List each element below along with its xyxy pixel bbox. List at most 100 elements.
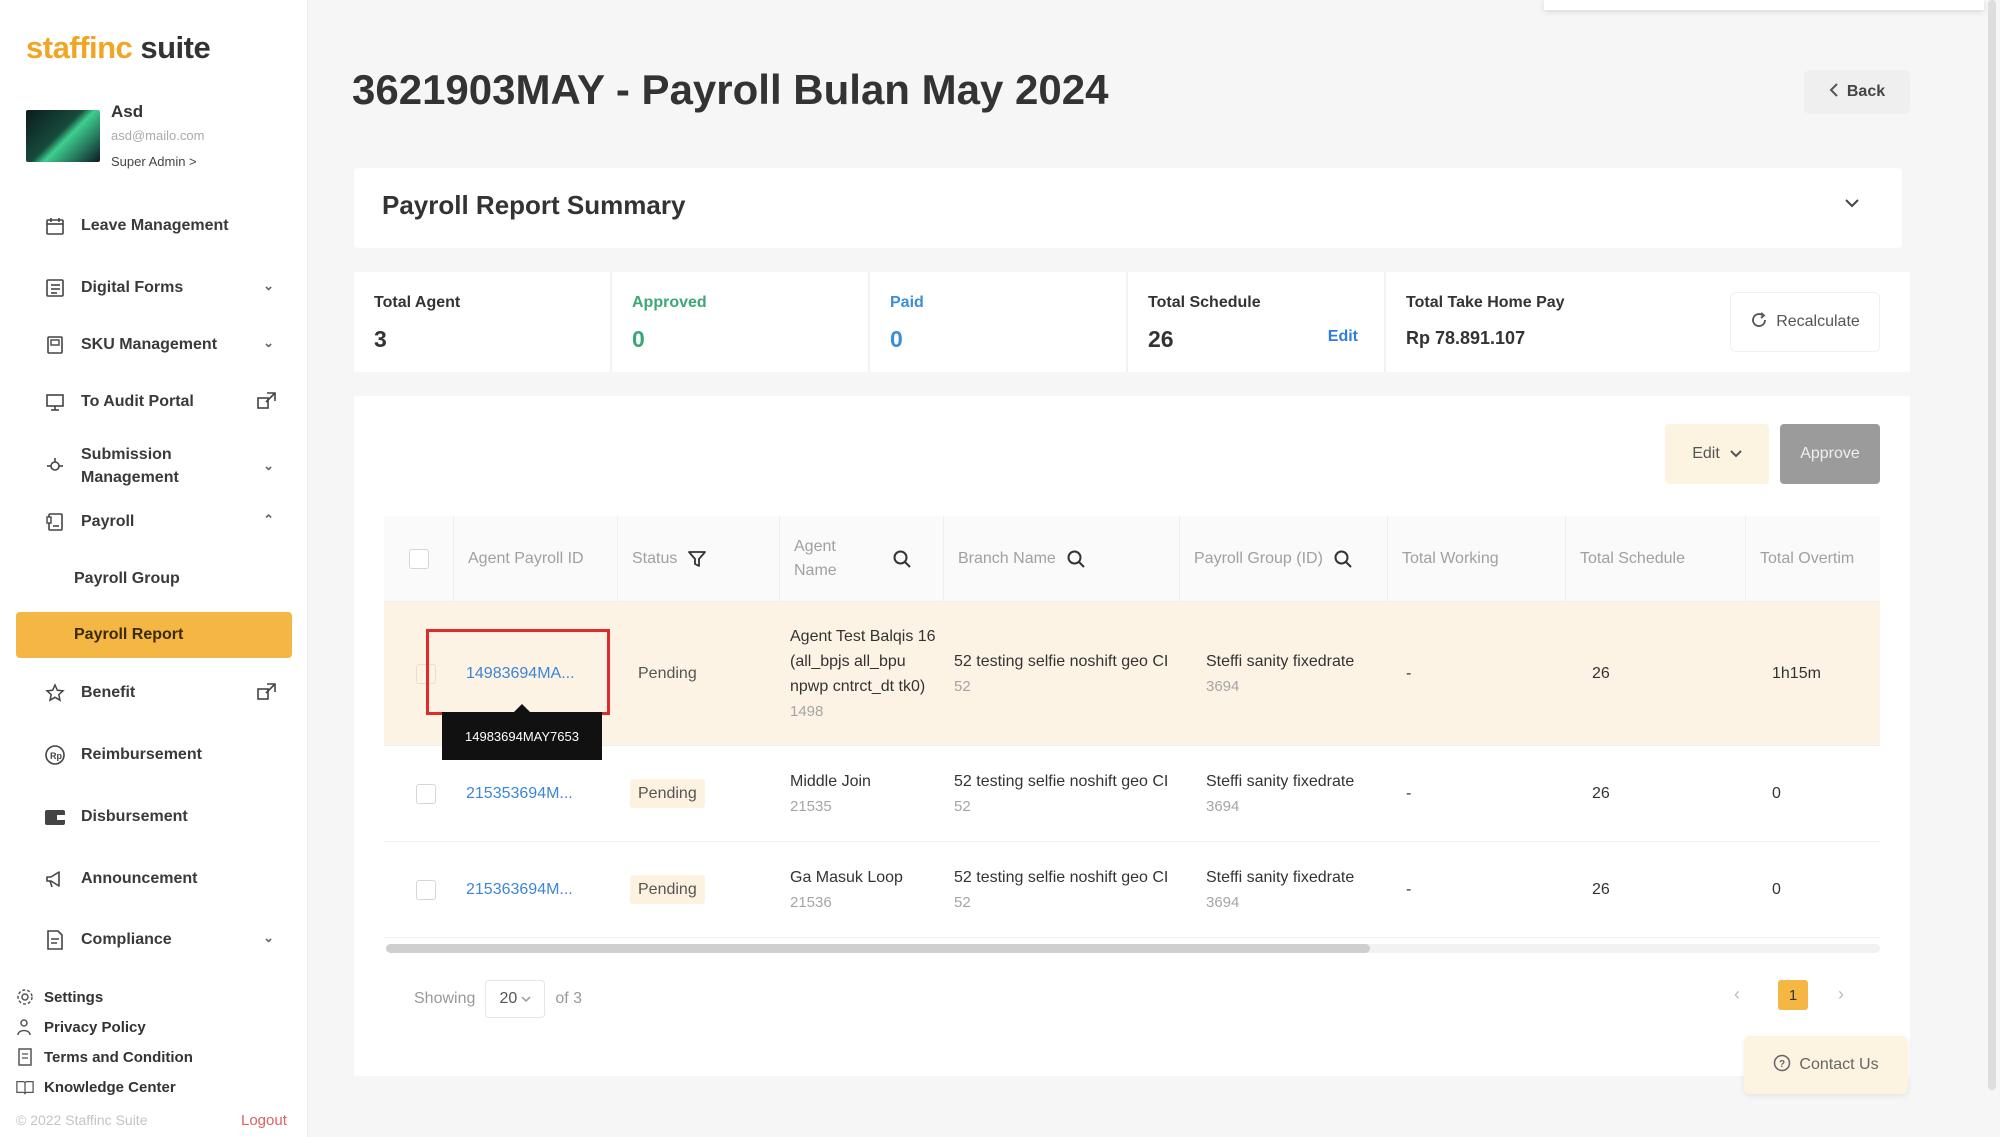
row-checkbox[interactable]: [416, 783, 436, 804]
cell-total-working: -: [1396, 842, 1411, 937]
search-icon[interactable]: [1066, 549, 1086, 569]
sku-icon: [44, 334, 66, 356]
sidebar-item-label: Payroll: [81, 513, 135, 530]
table-row[interactable]: 215363694M... Pending Ga Masuk Loop 21536…: [384, 842, 1880, 938]
payroll-id-tooltip: 14983694MAY7653: [442, 704, 602, 760]
header-label: Branch Name: [958, 550, 1056, 567]
horizontal-scrollbar[interactable]: [386, 944, 1370, 953]
stat-label: Paid: [890, 294, 924, 311]
total-pages-label: of 3: [555, 990, 583, 1007]
header-label: Payroll Group (ID): [1194, 550, 1323, 567]
search-icon[interactable]: [1333, 549, 1353, 569]
sidebar-item-submission-management[interactable]: Submission Management ⌄: [16, 440, 292, 492]
edit-dropdown-button[interactable]: Edit: [1665, 424, 1769, 484]
header-total-schedule: Total Schedule: [1566, 516, 1746, 602]
sidebar-item-label: Compliance: [81, 931, 172, 948]
cell-agent-name: Middle Join 21535: [780, 746, 944, 841]
header-agent-name: Agent Name: [780, 516, 944, 602]
table-row[interactable]: 215353694M... Pending Middle Join 21535 5…: [384, 746, 1880, 842]
payroll-id-link[interactable]: 215363694M...: [466, 877, 573, 902]
wallet-icon: [44, 806, 66, 828]
row-checkbox-cell[interactable]: [406, 842, 436, 937]
header-label: Status: [632, 550, 678, 567]
sidebar-item-leave-management[interactable]: Leave Management: [16, 204, 292, 248]
stat-approved: Approved 0: [612, 272, 870, 372]
sidebar-item-label: Announcement: [81, 870, 198, 887]
row-checkbox[interactable]: [416, 879, 436, 900]
total-working: -: [1406, 785, 1412, 802]
per-page-select[interactable]: 20: [485, 980, 546, 1018]
header-select-all[interactable]: [384, 516, 454, 602]
stat-value: 0: [632, 326, 645, 352]
sidebar-item-benefit[interactable]: Benefit: [16, 671, 292, 715]
row-checkbox-cell[interactable]: [406, 746, 436, 841]
sidebar-item-payroll[interactable]: Payroll ⌃: [16, 500, 292, 544]
header-total-working: Total Working: [1388, 516, 1566, 602]
summary-panel[interactable]: Payroll Report Summary: [354, 168, 1902, 248]
stat-label: Total Agent: [374, 294, 461, 311]
current-page-button[interactable]: 1: [1778, 980, 1808, 1010]
stat-total-agent: Total Agent 3: [354, 272, 612, 372]
settings-label: Settings: [44, 988, 104, 1006]
sidebar-item-payroll-group[interactable]: Payroll Group: [16, 556, 292, 602]
contact-us-button[interactable]: ? Contact Us: [1744, 1036, 1908, 1094]
sidebar: staffinc suite Asd asd@mailo.com Super A…: [0, 0, 308, 1137]
chevron-down-icon[interactable]: [1844, 196, 1860, 214]
search-icon[interactable]: [892, 549, 912, 569]
select-all-checkbox[interactable]: [408, 549, 429, 569]
prev-page-icon[interactable]: ‹: [1734, 984, 1740, 1005]
payroll-table: Agent Payroll ID Status Agent Name Branc…: [384, 516, 1880, 938]
sidebar-item-audit-portal[interactable]: To Audit Portal: [16, 380, 292, 424]
cell-branch: 52 testing selfie noshift geo CI 52: [944, 842, 1180, 937]
status-badge: Pending: [630, 779, 705, 808]
sidebar-item-compliance[interactable]: Compliance ⌄: [16, 918, 292, 962]
header-label: Agent Payroll ID: [468, 550, 584, 567]
edit-schedule-link[interactable]: Edit: [1328, 328, 1358, 346]
sidebar-item-label: Disbursement: [81, 808, 188, 825]
user-profile[interactable]: Asd asd@mailo.com Super Admin >: [26, 100, 286, 170]
sidebar-item-label: To Audit Portal: [81, 393, 194, 410]
privacy-policy-label: Privacy Policy: [44, 1018, 146, 1036]
summary-title: Payroll Report Summary: [382, 190, 686, 220]
privacy-policy-link[interactable]: Privacy Policy: [16, 1018, 146, 1036]
chevron-down-icon: [521, 990, 531, 1008]
profile-email: asd@mailo.com: [111, 128, 205, 143]
sidebar-item-disbursement[interactable]: Disbursement: [16, 795, 292, 839]
sidebar-item-label: Reimbursement: [81, 746, 202, 763]
sidebar-item-announcement[interactable]: Announcement: [16, 857, 292, 901]
chevron-down-icon: ⌄: [263, 278, 274, 293]
cell-payroll-id[interactable]: 215363694M...: [456, 842, 573, 937]
payroll-id-link[interactable]: 215353694M...: [466, 781, 573, 806]
submission-icon: [44, 455, 66, 477]
page-scrollbar[interactable]: [1988, 0, 1996, 1090]
approve-button[interactable]: Approve: [1780, 424, 1880, 484]
stat-paid: Paid 0: [870, 272, 1128, 372]
profile-role[interactable]: Super Admin >: [111, 154, 197, 169]
sidebar-item-payroll-report[interactable]: Payroll Report: [16, 612, 292, 658]
group-id: 3694: [1206, 797, 1240, 815]
sidebar-item-reimbursement[interactable]: Rp Reimbursement: [16, 733, 292, 777]
filter-icon[interactable]: [687, 549, 707, 569]
privacy-icon: [16, 1018, 34, 1036]
stat-value: 3: [374, 326, 387, 352]
header-payroll-group: Payroll Group (ID): [1180, 516, 1388, 602]
cell-agent-name: Agent Test Balqis 16 (all_bpjs all_bpu n…: [780, 602, 944, 745]
sidebar-item-digital-forms[interactable]: Digital Forms ⌄: [16, 266, 292, 310]
sidebar-item-sku-management[interactable]: SKU Management ⌄: [16, 323, 292, 367]
next-page-icon[interactable]: ›: [1838, 984, 1844, 1005]
chevron-left-icon: [1829, 82, 1839, 103]
app-logo[interactable]: staffinc suite: [26, 30, 211, 66]
compliance-icon: [44, 929, 66, 951]
page-title: 3621903MAY - Payroll Bulan May 2024: [352, 66, 1109, 113]
recalculate-button[interactable]: Recalculate: [1730, 292, 1880, 352]
document-icon: [16, 1048, 34, 1066]
sidebar-item-label: Digital Forms: [81, 279, 184, 296]
chevron-up-icon: ⌃: [263, 512, 274, 527]
knowledge-center-link[interactable]: Knowledge Center: [16, 1078, 176, 1096]
sidebar-item-label: Submission Management: [81, 446, 179, 486]
terms-link[interactable]: Terms and Condition: [16, 1048, 193, 1066]
logout-link[interactable]: Logout: [241, 1112, 287, 1129]
back-button[interactable]: Back: [1804, 70, 1910, 114]
cell-payroll-id[interactable]: 215353694M...: [456, 746, 573, 841]
settings-link[interactable]: Settings: [16, 988, 103, 1006]
